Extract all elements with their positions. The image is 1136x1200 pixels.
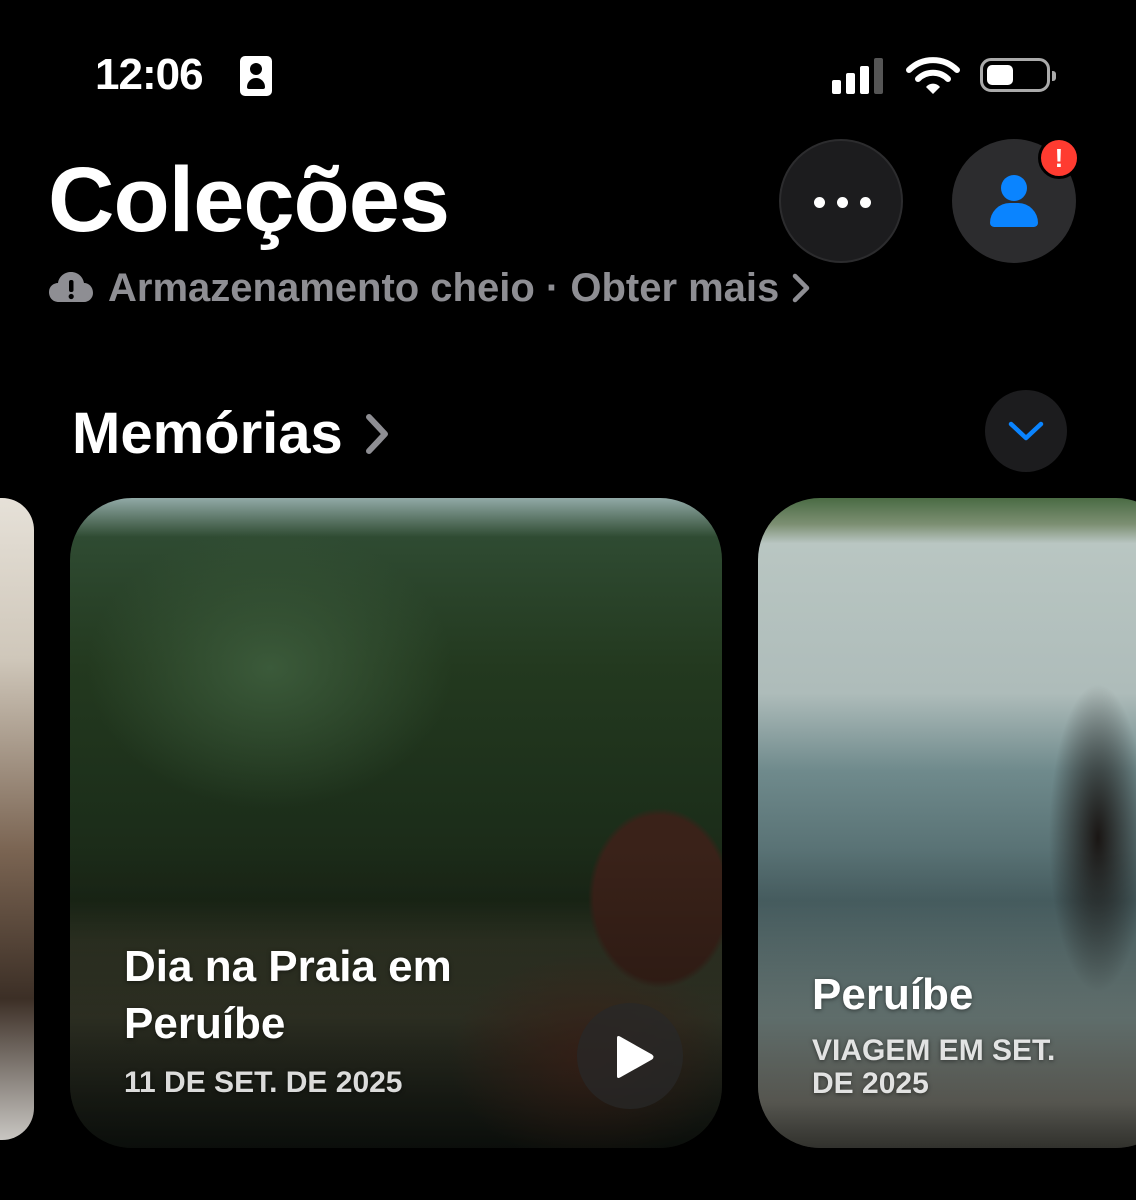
play-button[interactable] xyxy=(577,1003,683,1109)
memory-subtitle: 11 DE SET. DE 2025 xyxy=(124,1066,403,1099)
memory-card[interactable]: Dia na Praia em Peruíbe 11 DE SET. DE 20… xyxy=(70,498,722,1148)
more-options-button[interactable] xyxy=(779,139,903,263)
cloud-alert-icon xyxy=(49,272,93,302)
wifi-icon xyxy=(906,57,960,94)
memory-title: Dia na Praia em Peruíbe xyxy=(124,942,452,1049)
page-title: Coleções xyxy=(48,149,450,251)
memory-subtitle: VIAGEM EM SET. DE 2025 xyxy=(812,1034,1056,1100)
section-title: Memórias xyxy=(72,401,343,466)
chevron-right-icon xyxy=(793,273,810,303)
storage-text: Armazenamento cheio · Obter mais xyxy=(108,265,780,310)
collapse-section-button[interactable] xyxy=(985,390,1067,472)
chevron-right-icon xyxy=(365,413,388,454)
play-icon xyxy=(617,1036,654,1078)
memories-section-link[interactable]: Memórias xyxy=(72,400,391,467)
chevron-down-icon xyxy=(1008,421,1044,441)
memory-title: Peruíbe xyxy=(812,970,974,1019)
alert-badge: ! xyxy=(1038,137,1080,179)
cellular-signal-icon xyxy=(832,58,884,94)
contact-card-icon xyxy=(240,56,272,96)
battery-icon xyxy=(980,58,1056,92)
memory-card-previous[interactable] xyxy=(0,498,34,1140)
storage-full-link[interactable]: Armazenamento cheio · Obter mais xyxy=(48,262,811,314)
memory-card[interactable]: Peruíbe VIAGEM EM SET. DE 2025 xyxy=(758,498,1136,1148)
ellipsis-icon xyxy=(814,197,825,208)
status-time: 12:06 xyxy=(95,50,204,99)
